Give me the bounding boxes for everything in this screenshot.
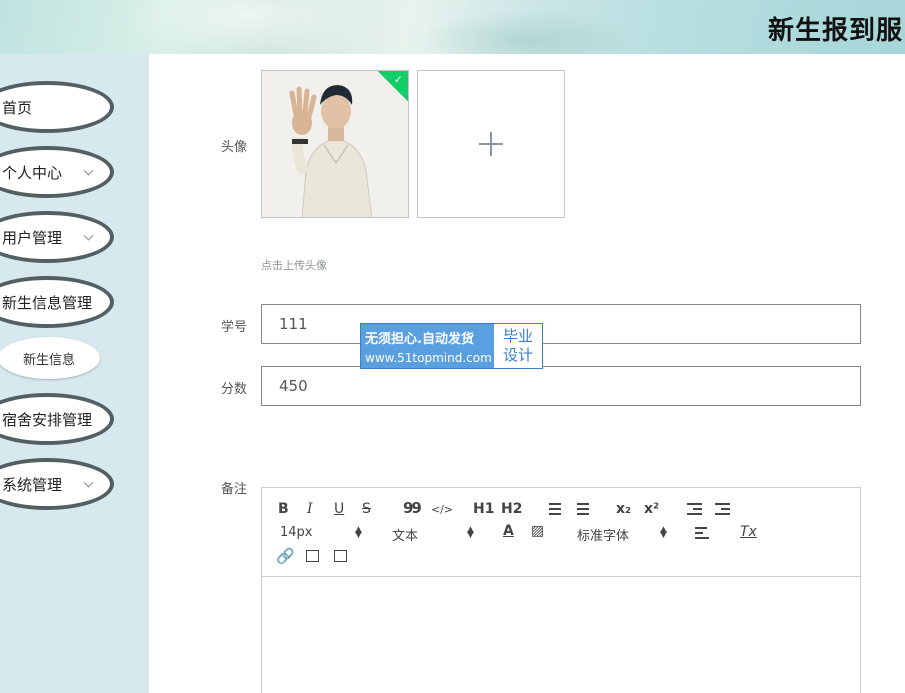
watermark-badge: 无须担心.自动发货 www.51topmind.com 毕业 设计 [360,323,543,369]
sidebar-item-label: 首页 [2,98,33,117]
ordered-list-icon[interactable] [545,502,561,516]
code-block-button[interactable]: </> [431,502,453,518]
header2-button[interactable]: H2 [501,501,522,517]
sidebar-item-label: 新生信息管理 [2,293,93,312]
student-id-label: 学号 [221,320,248,335]
sidebar-item-label: 宿舍安排管理 [2,410,93,429]
avatar-label: 头像 [221,140,248,155]
score-label: 分数 [221,382,248,397]
font-size-select[interactable]: 14px [280,525,313,540]
editor-content-area[interactable] [262,578,860,693]
editor-toolbar: B I U S 99 </> H1 H2 x₂ x² 14px ▲ ▼ 文本 ▲ ▼… [262,488,860,577]
chevron-down-icon [83,477,94,488]
watermark-line1: 无须担心.自动发货 [365,332,474,347]
upload-hint: 点击上传头像 [261,259,327,272]
italic-button[interactable]: I [307,501,313,517]
superscript-button[interactable]: x² [644,501,659,517]
score-input[interactable]: 450 [261,366,861,406]
sidebar-item-system-management[interactable]: 系统管理 [0,458,114,510]
student-id-input[interactable]: 111 [261,304,861,344]
sidebar-item-dorm-management[interactable]: 宿舍安排管理 [0,393,114,445]
sidebar-item-personal-center[interactable]: 个人中心 [0,146,114,198]
avatar-upload-button[interactable] [417,70,565,218]
image-icon[interactable] [306,550,319,562]
bullet-list-icon[interactable] [573,502,589,516]
background-color-icon[interactable]: ▨ [531,523,544,539]
watermark-tag: 毕业 设计 [494,324,542,368]
link-icon[interactable]: 🔗 [276,548,295,564]
font-family-select-arrows-icon: ▲ ▼ [660,525,667,540]
blockquote-button[interactable]: 99 [403,500,422,516]
chevron-down-icon [83,165,94,176]
sidebar-item-student-info-management[interactable]: 新生信息管理 [0,276,114,328]
sidebar-subitem-student-info[interactable]: 新生信息 [0,337,100,379]
sidebar-item-label: 系统管理 [2,475,63,494]
clean-format-button[interactable]: Tx [740,524,757,540]
sidebar-item-home[interactable]: 首页 [0,81,114,133]
sidebar-item-label: 用户管理 [2,228,63,247]
watermark-tag-bottom: 设计 [502,346,533,364]
avatar-photo [262,71,408,217]
check-icon: ✓ [393,73,403,86]
strike-button[interactable]: S [362,501,371,517]
header-select-arrows-icon: ▲ ▼ [467,525,474,540]
rich-text-editor: B I U S 99 </> H1 H2 x₂ x² 14px ▲ ▼ 文本 ▲ ▼… [261,487,861,693]
remark-label: 备注 [221,482,248,497]
text-color-icon[interactable]: A [503,523,514,539]
underline-button[interactable]: U [334,501,344,517]
plus-icon [479,132,503,156]
sidebar-item-label: 个人中心 [2,163,63,182]
subscript-button[interactable]: x₂ [616,501,631,517]
sidebar-subitem-label: 新生信息 [22,352,75,368]
watermark-url: www.51topmind.com [365,351,492,365]
video-icon[interactable] [334,550,347,562]
avatar-thumbnail[interactable]: ✓ [261,70,409,218]
align-left-icon[interactable] [695,526,711,540]
header-select[interactable]: 文本 [392,525,418,544]
site-title: 新生报到服 [768,16,904,46]
header1-button[interactable]: H1 [473,501,494,517]
font-size-select-arrows-icon: ▲ ▼ [355,525,362,540]
bold-button[interactable]: B [278,501,289,517]
header-banner: 新生报到服 [0,0,905,54]
indent-icon[interactable] [715,502,731,516]
sidebar: 首页 个人中心 用户管理 新生信息管理 新生信息 宿舍安排管理 系统管理 [0,54,149,693]
chevron-down-icon [83,230,94,241]
sidebar-item-user-management[interactable]: 用户管理 [0,211,114,263]
outdent-icon[interactable] [687,502,703,516]
font-family-select[interactable]: 标准字体 [577,525,629,544]
watermark-tag-top: 毕业 [502,327,533,345]
